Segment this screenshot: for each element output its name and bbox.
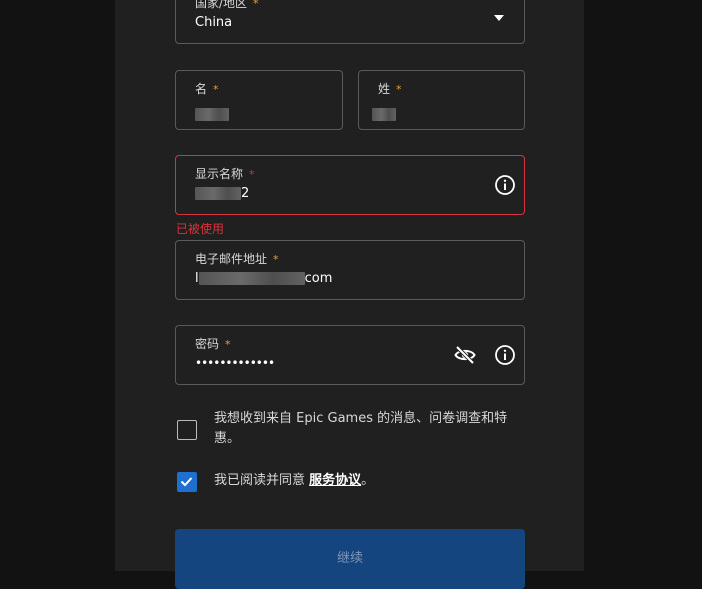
password-value: •••••••••••••	[195, 356, 275, 370]
country-label-text: 国家/地区	[195, 0, 248, 10]
first-name-field[interactable]: 名 *	[175, 70, 343, 130]
display-name-value: 2	[195, 186, 249, 201]
display-name-field[interactable]: 显示名称 * 2	[175, 155, 525, 215]
redacted-text	[195, 187, 241, 200]
terms-text: 我已阅读并同意 服务协议。	[214, 471, 374, 491]
chevron-down-icon	[494, 15, 504, 21]
redacted-text	[195, 108, 229, 121]
display-name-visible-text: 2	[241, 186, 250, 201]
info-icon[interactable]	[494, 344, 516, 366]
terms-text-after: 。	[361, 473, 375, 488]
email-label: 电子邮件地址 *	[195, 250, 279, 267]
right-backdrop	[584, 0, 702, 571]
marketing-checkbox[interactable]	[177, 420, 197, 440]
last-name-label-text: 姓	[378, 82, 391, 96]
first-name-label: 名 *	[195, 80, 219, 97]
email-label-text: 电子邮件地址	[195, 252, 268, 266]
first-name-label-text: 名	[195, 82, 208, 96]
eye-slash-icon[interactable]	[454, 344, 476, 366]
required-mark: *	[273, 253, 279, 266]
password-label-text: 密码	[195, 337, 220, 351]
terms-checkbox[interactable]	[177, 472, 197, 492]
terms-text-before: 我已阅读并同意	[214, 473, 310, 488]
first-name-value	[195, 107, 229, 122]
terms-of-service-link[interactable]: 服务协议	[309, 473, 361, 488]
country-select[interactable]: 国家/地区 * China	[175, 0, 525, 44]
last-name-label: 姓 *	[378, 80, 402, 97]
required-mark: *	[253, 0, 259, 10]
country-label: 国家/地区 *	[195, 0, 259, 11]
last-name-field[interactable]: 姓 *	[358, 70, 525, 130]
info-icon[interactable]	[494, 174, 516, 196]
display-name-error: 已被使用	[176, 222, 225, 236]
redacted-text	[198, 272, 305, 285]
checkmark-icon	[180, 477, 193, 487]
email-field[interactable]: 电子邮件地址 * l com	[175, 240, 525, 300]
marketing-text: 我想收到来自 Epic Games 的消息、问卷调查和特惠。	[214, 411, 508, 446]
password-field[interactable]: 密码 * •••••••••••••	[175, 325, 525, 385]
required-mark: *	[249, 168, 255, 181]
required-mark: *	[225, 338, 231, 351]
country-value: China	[195, 15, 233, 30]
display-name-label-text: 显示名称	[195, 167, 244, 181]
redacted-text	[372, 108, 396, 121]
email-value: l com	[195, 271, 332, 286]
required-mark: *	[213, 83, 219, 96]
display-name-label: 显示名称 *	[195, 165, 255, 182]
email-visible-suffix: com	[304, 271, 333, 286]
last-name-value	[372, 107, 396, 122]
password-label: 密码 *	[195, 335, 231, 352]
required-mark: *	[396, 83, 402, 96]
left-backdrop	[0, 0, 115, 571]
continue-button[interactable]: 继续	[175, 529, 525, 589]
